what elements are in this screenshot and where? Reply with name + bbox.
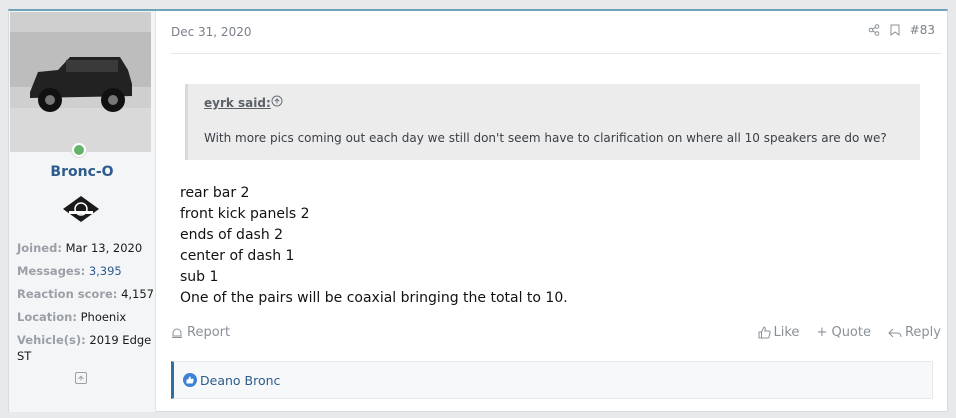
like-label: Like bbox=[773, 325, 800, 340]
reply-label: Reply bbox=[904, 325, 941, 340]
quote-text: With more pics coming out each day we st… bbox=[204, 131, 887, 145]
messages-label: Messages: bbox=[17, 264, 86, 278]
reaction-score-label: Reaction score: bbox=[17, 287, 118, 301]
online-status-icon bbox=[71, 142, 87, 158]
like-icon bbox=[758, 326, 771, 339]
message-line: rear bar 2 bbox=[180, 185, 250, 201]
message-line: ends of dash 2 bbox=[180, 227, 284, 243]
messages-row: Messages: 3,395 bbox=[17, 260, 153, 283]
user-banner-logo-icon bbox=[63, 196, 99, 222]
message-line: One of the pairs will be coaxial bringin… bbox=[180, 290, 568, 306]
message-body: rear bar 2 front kick panels 2 ends of d… bbox=[180, 183, 568, 309]
up-arrow-icon[interactable] bbox=[271, 95, 283, 107]
report-label: Report bbox=[187, 325, 231, 340]
reaction-score-row: Reaction score: 4,157 bbox=[17, 283, 154, 306]
reactions-bar: Deano Bronc bbox=[171, 361, 933, 399]
joined-label: Joined: bbox=[17, 241, 62, 255]
vehicle-row: Vehicle(s): 2019 Edge ST bbox=[17, 332, 153, 364]
location-row: Location: Phoenix bbox=[17, 306, 153, 329]
joined-value: Mar 13, 2020 bbox=[65, 241, 143, 255]
message-line: center of dash 1 bbox=[180, 248, 295, 264]
post-header-actions: #83 bbox=[868, 23, 935, 37]
header-divider bbox=[171, 53, 941, 54]
message-line: front kick panels 2 bbox=[180, 206, 310, 222]
post-date[interactable]: Dec 31, 2020 bbox=[171, 25, 251, 39]
reaction-names[interactable]: Deano Bronc bbox=[200, 373, 280, 388]
reaction-score-value: 4,157 bbox=[121, 287, 154, 301]
report-icon bbox=[172, 328, 182, 338]
report-link[interactable]: Report bbox=[171, 325, 230, 340]
quote-block: eyrk said: With more pics coming out eac… bbox=[185, 84, 920, 160]
forum-post: Bronc-O Joined: Mar 13, 2020 Messages: 3… bbox=[8, 9, 948, 412]
post-number[interactable]: #83 bbox=[910, 23, 935, 37]
vehicle-label: Vehicle(s): bbox=[17, 333, 86, 347]
expand-icon[interactable] bbox=[75, 372, 87, 384]
reply-icon bbox=[888, 328, 902, 337]
share-icon[interactable] bbox=[868, 24, 880, 36]
quote-button[interactable]: + Quote bbox=[816, 325, 871, 340]
quote-label: + Quote bbox=[816, 325, 871, 340]
location-label: Location: bbox=[17, 310, 77, 324]
bookmark-icon[interactable] bbox=[890, 24, 900, 36]
joined-row: Joined: Mar 13, 2020 bbox=[17, 237, 153, 260]
location-value: Phoenix bbox=[80, 310, 127, 324]
message-line: sub 1 bbox=[180, 269, 219, 285]
user-sidebar: Bronc-O Joined: Mar 13, 2020 Messages: 3… bbox=[9, 11, 156, 412]
post-actions: Like + Quote Reply bbox=[758, 325, 941, 340]
messages-value[interactable]: 3,395 bbox=[89, 264, 122, 278]
avatar[interactable] bbox=[10, 12, 151, 152]
avatar-image bbox=[10, 12, 151, 152]
user-info: Joined: Mar 13, 2020 Messages: 3,395 Rea… bbox=[17, 237, 154, 364]
like-button[interactable]: Like bbox=[758, 325, 800, 340]
like-reaction-icon bbox=[183, 373, 197, 387]
quote-author[interactable]: eyrk said: bbox=[204, 96, 271, 110]
reply-button[interactable]: Reply bbox=[888, 325, 941, 340]
username[interactable]: Bronc-O bbox=[9, 164, 155, 180]
